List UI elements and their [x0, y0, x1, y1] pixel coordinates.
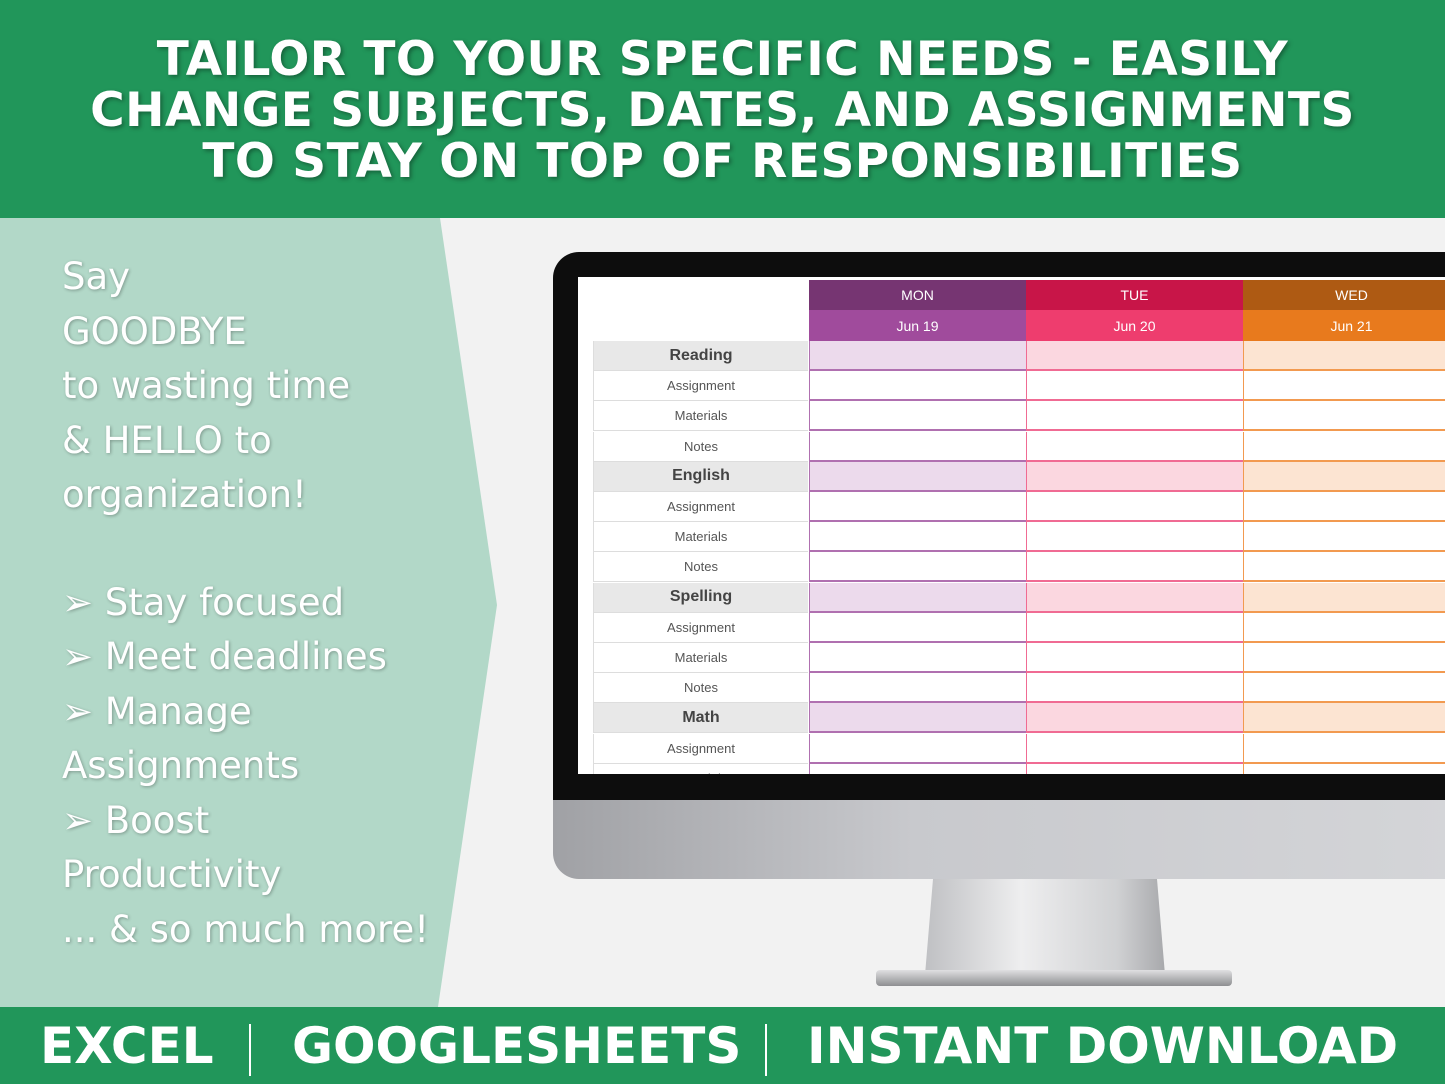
row-label: Assignment	[593, 492, 808, 522]
date-header: Jun 21	[1243, 310, 1445, 341]
monitor-stand	[925, 879, 1165, 975]
date-header: Jun 20	[1026, 310, 1243, 341]
sheet-cell[interactable]	[1243, 431, 1445, 462]
bullet-line: ➢ Boost	[62, 798, 210, 842]
sheet-cell[interactable]	[1026, 673, 1243, 704]
row-label: Notes	[593, 552, 808, 583]
sheet-cell[interactable]	[809, 643, 1026, 673]
sheet-cell[interactable]	[809, 341, 1026, 371]
sheet-cell[interactable]	[809, 733, 1026, 764]
sheet-cell[interactable]	[1243, 522, 1445, 553]
sheet-cell[interactable]	[1026, 522, 1243, 553]
sheet-cell[interactable]	[809, 492, 1026, 522]
sheet-cell[interactable]	[1243, 673, 1445, 704]
sheet-cell[interactable]	[1026, 612, 1243, 643]
sheet-cell[interactable]	[809, 612, 1026, 643]
sheet-cell[interactable]	[1026, 582, 1243, 613]
intro-line: Say	[62, 255, 131, 298]
sheet-cell[interactable]	[1026, 461, 1243, 492]
sheet-cell[interactable]	[1243, 492, 1445, 522]
sheet-cell[interactable]	[809, 552, 1026, 583]
intro-line: to wasting time	[62, 364, 351, 407]
sheet-cell[interactable]	[1243, 703, 1445, 734]
row-label: Assignment	[593, 371, 808, 402]
sheet-cell[interactable]	[1026, 643, 1243, 673]
sheet-cell[interactable]	[1026, 401, 1243, 432]
headline: TAILOR TO YOUR SPECIFIC NEEDS - EASILY C…	[0, 0, 1445, 218]
sheet-cell[interactable]	[1243, 733, 1445, 764]
row-label: Assignment	[593, 612, 808, 643]
sheet-cell[interactable]	[1026, 431, 1243, 462]
sheet-cell[interactable]	[1026, 371, 1243, 402]
sheet-cell[interactable]	[1026, 733, 1243, 764]
sheet-cell[interactable]	[1026, 341, 1243, 371]
sheet-cell[interactable]	[1243, 582, 1445, 613]
footer: EXCEL GOOGLESHEETS INSTANT DOWNLOAD	[0, 1007, 1445, 1084]
monitor-chin	[553, 800, 1445, 879]
divider	[249, 1024, 251, 1076]
sheet-cell[interactable]	[1243, 401, 1445, 432]
row-label: Notes	[593, 431, 808, 462]
sheet-cell[interactable]	[1026, 492, 1243, 522]
row-label: Materials	[593, 522, 808, 553]
intro-line: GOODBYE	[62, 309, 247, 353]
footer-googlesheets: GOOGLESHEETS	[292, 1017, 742, 1075]
intro-line: organization!	[62, 473, 307, 516]
footer-excel: EXCEL	[40, 1017, 214, 1075]
day-header: WED	[1243, 280, 1445, 310]
row-label: Materials	[593, 763, 808, 774]
sheet-cell[interactable]	[809, 431, 1026, 462]
sheet-cell[interactable]	[809, 673, 1026, 704]
intro-line: & HELLO to	[62, 418, 272, 462]
row-label: Materials	[593, 401, 808, 432]
bullet-line: ➢ Manage	[62, 689, 252, 733]
sheet-cell[interactable]	[1243, 371, 1445, 402]
left-panel-text: Say GOODBYE to wasting time & HELLO to o…	[62, 250, 429, 957]
headline-line: CHANGE SUBJECTS, DATES, AND ASSIGNMENTS	[90, 83, 1355, 138]
row-label: Notes	[593, 673, 808, 704]
day-header: MON	[809, 280, 1026, 310]
monitor-base	[876, 970, 1232, 986]
sheet-cell[interactable]	[1243, 552, 1445, 583]
bullet-line: Productivity	[62, 853, 282, 896]
bullet-line: Assignments	[62, 744, 300, 787]
date-header: Jun 19	[809, 310, 1026, 341]
sheet-cell[interactable]	[809, 371, 1026, 402]
sheet-cell[interactable]	[809, 522, 1026, 553]
sheet-cell[interactable]	[809, 703, 1026, 734]
day-header: TUE	[1026, 280, 1243, 310]
subject-label: Spelling	[593, 582, 808, 613]
bullet-line: ➢ Stay focused	[62, 580, 345, 624]
subject-label: Math	[593, 703, 808, 734]
headline-line: TO STAY ON TOP OF RESPONSIBILITIES	[202, 134, 1243, 189]
sheet-cell[interactable]	[1026, 552, 1243, 583]
sheet-cell[interactable]	[809, 763, 1026, 774]
sheet-cell[interactable]	[1243, 461, 1445, 492]
sheet-cell[interactable]	[809, 582, 1026, 613]
bullet-line: ➢ Meet deadlines	[62, 635, 387, 678]
divider	[765, 1024, 767, 1076]
sheet-cell[interactable]	[1243, 612, 1445, 643]
bullet-line: ... & so much more!	[62, 907, 430, 951]
row-label: Assignment	[593, 733, 808, 764]
sheet-cell[interactable]	[1026, 703, 1243, 734]
spreadsheet-screen: MON Jun 19 TUE Jun 20 WED Jun 21 Reading Assign…	[578, 277, 1445, 774]
footer-instant-download: INSTANT DOWNLOAD	[807, 1017, 1399, 1075]
subject-label: Reading	[593, 341, 808, 371]
sheet-cell[interactable]	[1026, 763, 1243, 774]
headline-line: TAILOR TO YOUR SPECIFIC NEEDS - EASILY	[156, 32, 1289, 87]
sheet-cell[interactable]	[809, 401, 1026, 432]
sheet-cell[interactable]	[1243, 341, 1445, 371]
sheet-cell[interactable]	[1243, 643, 1445, 673]
sheet-cell[interactable]	[809, 461, 1026, 492]
sheet-cell[interactable]	[1243, 763, 1445, 774]
subject-label: English	[593, 461, 808, 492]
row-label: Materials	[593, 643, 808, 673]
